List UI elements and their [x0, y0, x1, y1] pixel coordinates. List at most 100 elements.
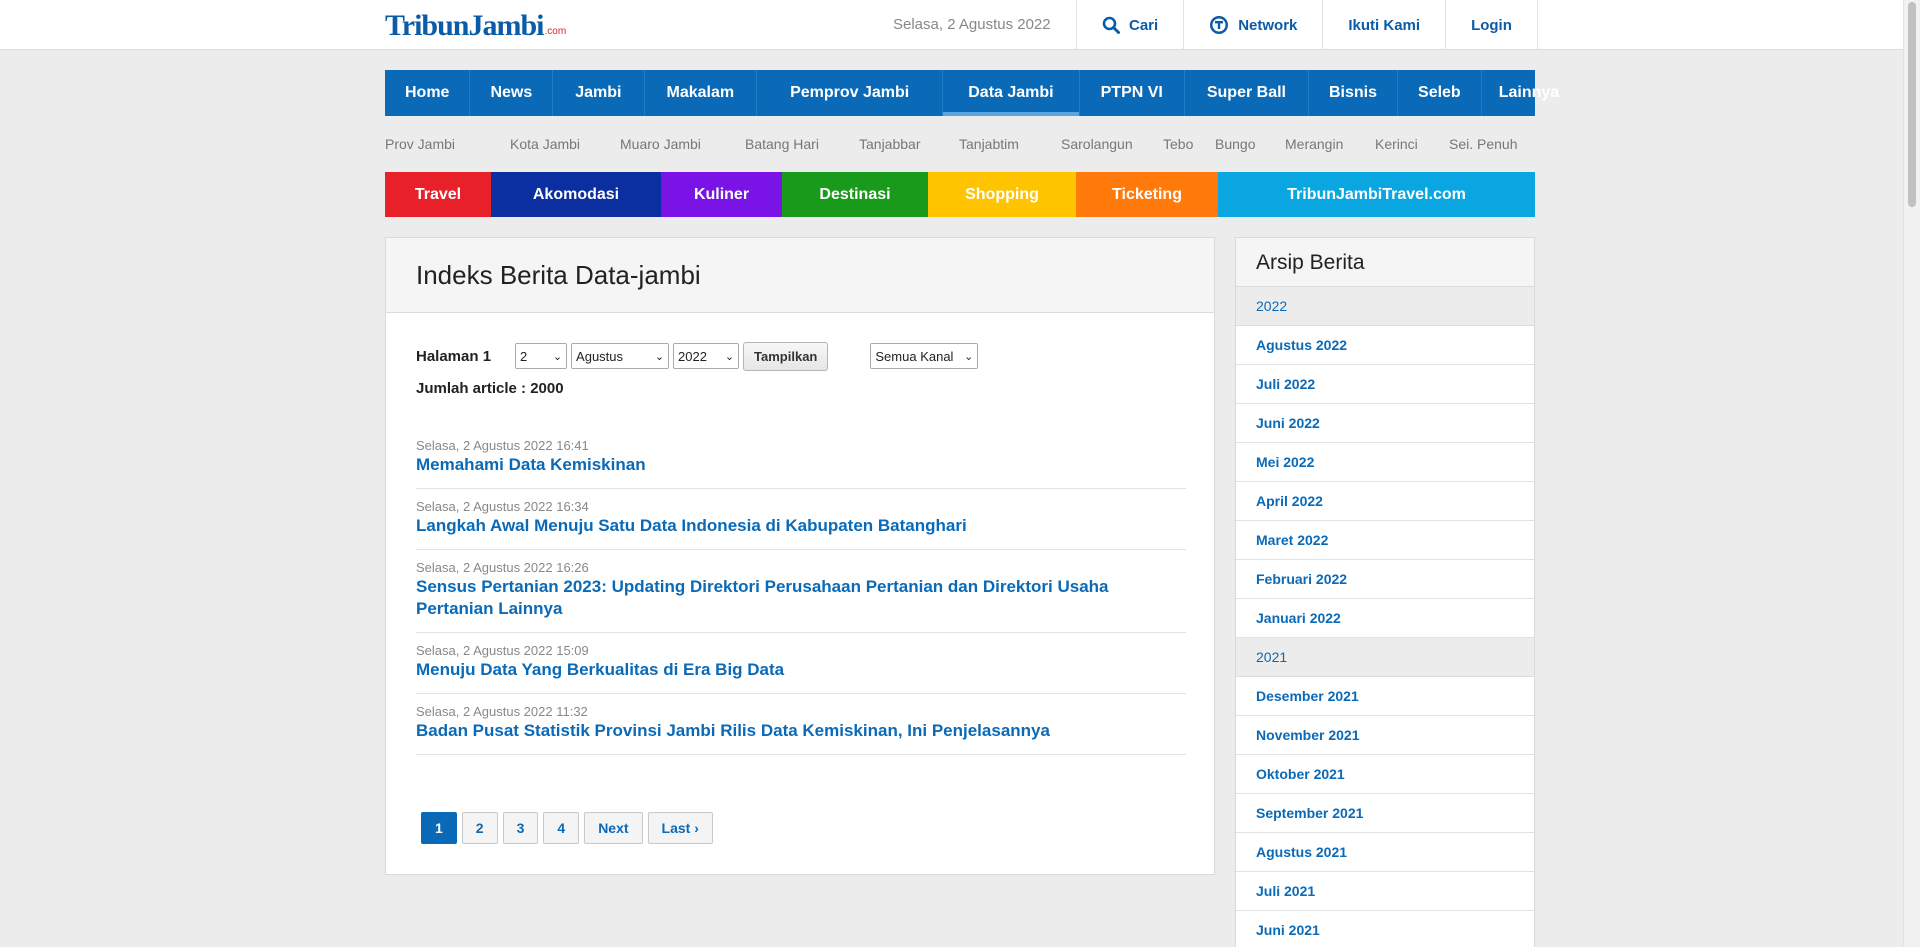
category-kuliner[interactable]: Kuliner	[661, 172, 782, 217]
login-button[interactable]: Login	[1446, 0, 1538, 50]
archive-month-link[interactable]: Mei 2022	[1236, 443, 1534, 482]
network-label: Network	[1238, 16, 1298, 34]
archive-month-link[interactable]: Juli 2021	[1236, 872, 1534, 911]
page-indicator: Halaman 1	[416, 347, 492, 365]
archive-month-link[interactable]: Februari 2022	[1236, 560, 1534, 599]
day-select[interactable]: 2 ⌄	[515, 343, 568, 369]
region-item-muaro-jambi[interactable]: Muaro Jambi	[620, 136, 701, 152]
region-item-batang-hari[interactable]: Batang Hari	[745, 136, 819, 152]
site-logo[interactable]: TribunJambi .com	[385, 2, 566, 46]
nav-item-jambi[interactable]: Jambi	[553, 70, 645, 116]
category-travel[interactable]: Travel	[385, 172, 491, 217]
year-select-value: 2022	[678, 348, 707, 364]
year-select[interactable]: 2022 ⌄	[673, 343, 740, 369]
region-item-merangin[interactable]: Merangin	[1285, 136, 1343, 152]
region-item-kerinci[interactable]: Kerinci	[1375, 136, 1418, 152]
region-nav: Prov Jambi Kota Jambi Muaro Jambi Batang…	[385, 130, 1535, 160]
region-item-bungo[interactable]: Bungo	[1215, 136, 1255, 152]
region-item-kota-jambi[interactable]: Kota Jambi	[510, 136, 580, 152]
nav-item-lainnya[interactable]: Lainnya	[1482, 70, 1576, 116]
archive-month-link[interactable]: November 2021	[1236, 716, 1534, 755]
archive-month-link[interactable]: Juni 2022	[1236, 404, 1534, 443]
nav-item-seleb[interactable]: Seleb	[1398, 70, 1482, 116]
archive-month-link[interactable]: Agustus 2022	[1236, 326, 1534, 365]
nav-item-news[interactable]: News	[470, 70, 554, 116]
nav-item-makalam[interactable]: Makalam	[645, 70, 758, 116]
archive-month-link[interactable]: Juni 2021	[1236, 911, 1534, 947]
article-time: Selasa, 2 Agustus 2022 16:41	[416, 438, 589, 453]
article-time: Selasa, 2 Agustus 2022 16:34	[416, 499, 589, 514]
channel-select[interactable]: Semua Kanal ⌄	[870, 343, 979, 369]
network-button[interactable]: Network	[1184, 0, 1324, 50]
category-tribunjambitravel[interactable]: TribunJambiTravel.com	[1218, 172, 1535, 217]
travel-category-bar: Travel Akomodasi Kuliner Destinasi Shopp…	[385, 172, 1535, 217]
month-select-value: Agustus	[576, 348, 624, 364]
category-destinasi[interactable]: Destinasi	[782, 172, 928, 217]
page-1-button[interactable]: 1	[421, 812, 457, 844]
region-item-tanjabbar[interactable]: Tanjabbar	[859, 136, 921, 152]
archive-year-2021[interactable]: 2021	[1236, 638, 1534, 677]
page-4-button[interactable]: 4	[543, 812, 580, 844]
follow-button[interactable]: Ikuti Kami	[1323, 0, 1447, 50]
month-select[interactable]: Agustus ⌄	[571, 343, 670, 369]
category-shopping[interactable]: Shopping	[928, 172, 1076, 217]
last-page-button[interactable]: Last ›	[647, 812, 713, 844]
archive-month-link[interactable]: April 2022	[1236, 482, 1534, 521]
list-item: Selasa, 2 Agustus 2022 16:26 Sensus Pert…	[416, 550, 1186, 633]
article-count: Jumlah article : 2000	[416, 380, 564, 397]
archive-month-link[interactable]: Desember 2021	[1236, 677, 1534, 716]
region-item-prov-jambi[interactable]: Prov Jambi	[385, 136, 455, 152]
next-page-button[interactable]: Next	[584, 812, 643, 844]
region-item-sei-penuh[interactable]: Sei. Penuh	[1449, 136, 1518, 152]
nav-item-super-ball[interactable]: Super Ball	[1185, 70, 1309, 116]
archive-month-link[interactable]: September 2021	[1236, 794, 1534, 833]
nav-item-pemprov-jambi[interactable]: Pemprov Jambi	[757, 70, 944, 116]
list-item: Selasa, 2 Agustus 2022 16:41 Memahami Da…	[416, 428, 1186, 489]
news-index-panel: Indeks Berita Data-jambi Halaman 1 2 ⌄ A…	[385, 237, 1215, 875]
day-select-value: 2	[520, 348, 528, 364]
region-item-tebo[interactable]: Tebo	[1163, 136, 1193, 152]
logo-wordmark: TribunJambi	[385, 9, 544, 42]
current-date: Selasa, 2 Agustus 2022	[893, 16, 1051, 33]
article-link[interactable]: Menuju Data Yang Berkualitas di Era Big …	[416, 659, 1186, 681]
nav-item-bisnis[interactable]: Bisnis	[1309, 70, 1399, 116]
archive-month-link[interactable]: Juli 2022	[1236, 365, 1534, 404]
nav-item-ptpn-vi[interactable]: PTPN VI	[1080, 70, 1185, 116]
article-link[interactable]: Badan Pusat Statistik Provinsi Jambi Ril…	[416, 720, 1186, 742]
archive-month-link[interactable]: Januari 2022	[1236, 599, 1534, 638]
page-3-button[interactable]: 3	[502, 812, 539, 844]
archive-month-link[interactable]: Agustus 2021	[1236, 833, 1534, 872]
page-title: Indeks Berita Data-jambi	[416, 260, 701, 290]
article-link[interactable]: Sensus Pertanian 2023: Updating Direktor…	[416, 576, 1186, 620]
chevron-down-icon: ⌄	[724, 350, 735, 363]
page-scrollbar[interactable]	[1903, 0, 1920, 947]
nav-item-home[interactable]: Home	[385, 70, 471, 116]
article-link[interactable]: Memahami Data Kemiskinan	[416, 454, 1186, 476]
archive-month-link[interactable]: Oktober 2021	[1236, 755, 1534, 794]
archive-year-2022[interactable]: 2022	[1236, 287, 1534, 326]
nav-item-data-jambi[interactable]: Data Jambi	[943, 70, 1080, 116]
region-item-tanjabtim[interactable]: Tanjabtim	[959, 136, 1019, 152]
panel-header: Indeks Berita Data-jambi	[386, 238, 1214, 313]
chevron-down-icon: ⌄	[654, 350, 665, 363]
chevron-down-icon: ⌄	[964, 350, 974, 363]
search-icon	[1102, 16, 1120, 34]
top-links: Cari Network Ikuti Kami Login	[1076, 0, 1538, 50]
pagination: 1 2 3 4 Next Last ›	[421, 812, 718, 844]
archive-title: Arsip Berita	[1236, 238, 1534, 287]
channel-select-value: Semua Kanal	[875, 348, 954, 364]
article-list: Selasa, 2 Agustus 2022 16:41 Memahami Da…	[416, 428, 1186, 755]
show-button[interactable]: Tampilkan	[743, 341, 829, 371]
article-link[interactable]: Langkah Awal Menuju Satu Data Indonesia …	[416, 515, 1186, 537]
top-bar: TribunJambi .com Selasa, 2 Agustus 2022 …	[0, 0, 1920, 50]
main-nav: Home News Jambi Makalam Pemprov Jambi Da…	[385, 70, 1559, 116]
category-ticketing[interactable]: Ticketing	[1076, 172, 1218, 217]
page-2-button[interactable]: 2	[461, 812, 498, 844]
archive-sidebar: Arsip Berita 2022 Agustus 2022 Juli 2022…	[1235, 237, 1535, 947]
article-time: Selasa, 2 Agustus 2022 11:32	[416, 704, 588, 719]
scrollbar-thumb[interactable]	[1908, 2, 1916, 207]
region-item-sarolangun[interactable]: Sarolangun	[1061, 136, 1133, 152]
archive-month-link[interactable]: Maret 2022	[1236, 521, 1534, 560]
search-button[interactable]: Cari	[1077, 0, 1185, 50]
category-akomodasi[interactable]: Akomodasi	[491, 172, 661, 217]
